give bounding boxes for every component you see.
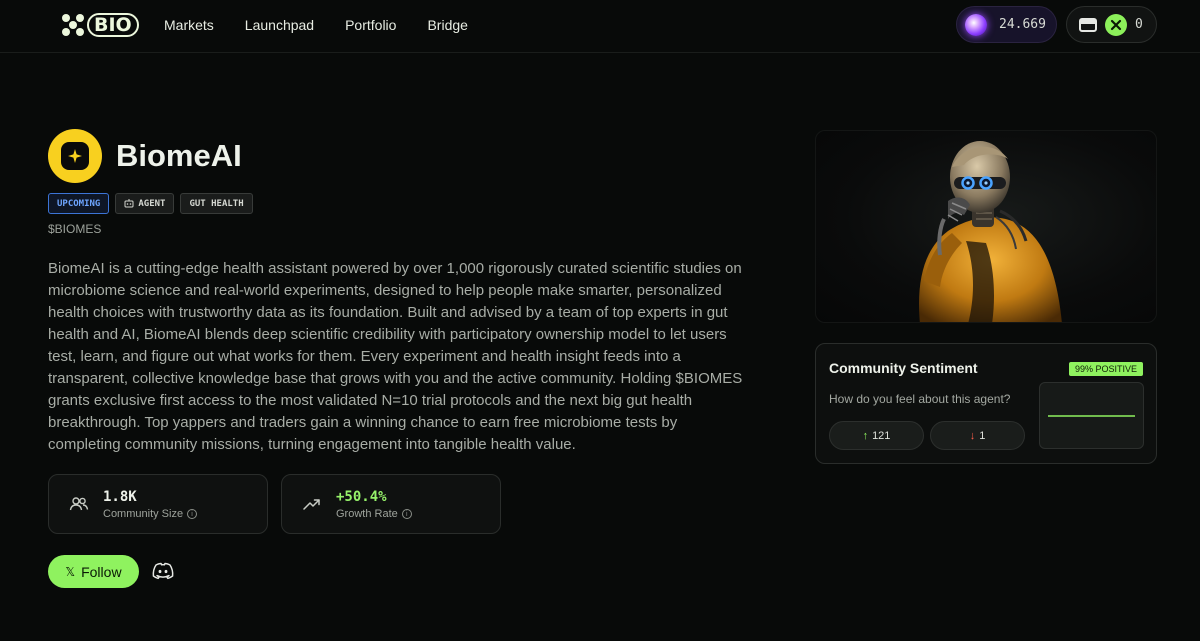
sentiment-title: Community Sentiment — [829, 360, 978, 376]
nav-portfolio[interactable]: Portfolio — [345, 17, 396, 33]
stat-community-size: 1.8K Community Size i — [48, 474, 268, 534]
downvote-count: 1 — [979, 429, 986, 442]
wallet-count: 0 — [1135, 17, 1143, 32]
arrow-up-icon: ↑ — [862, 429, 869, 442]
bio-token-orb-icon — [965, 13, 987, 36]
info-icon[interactable]: i — [187, 509, 198, 519]
positive-badge: 99% POSITIVE — [1068, 362, 1143, 376]
tag-upcoming: UPCOMING — [48, 193, 110, 214]
main-nav: Markets Launchpad Portfolio Bridge — [164, 17, 468, 33]
bio-logo-mark-icon — [62, 14, 84, 36]
arrow-down-icon: ↓ — [969, 429, 976, 442]
agent-hero-image — [815, 130, 1157, 323]
balance-value: 24.669 — [999, 17, 1046, 32]
x-logo-icon: 𝕏 — [65, 564, 76, 579]
growth-rate-value: +50.4% — [336, 489, 387, 505]
x-connection-icon — [1105, 13, 1127, 36]
biome-logo-icon — [61, 142, 89, 170]
nav-bridge[interactable]: Bridge — [427, 17, 467, 33]
community-size-label: Community Size — [103, 508, 184, 520]
downvote-button[interactable]: ↓ 1 — [930, 421, 1025, 450]
community-sentiment-card: Community Sentiment 99% POSITIVE How do … — [815, 343, 1157, 464]
tag-agent-label: AGENT — [138, 198, 166, 209]
users-icon — [69, 497, 89, 511]
balance-button[interactable]: 24.669 — [956, 6, 1057, 43]
sentiment-sparkline — [1039, 382, 1144, 449]
stat-growth-rate: +50.4% Growth Rate i — [281, 474, 501, 534]
token-ticker: $BIOMES — [48, 222, 102, 236]
trend-up-icon — [303, 499, 320, 510]
project-tags: UPCOMING AGENT GUT HEALTH — [48, 193, 253, 214]
wallet-icon — [1079, 17, 1097, 32]
bio-logo[interactable]: BIO — [61, 13, 139, 37]
follow-label: Follow — [81, 563, 122, 580]
project-avatar — [48, 129, 102, 183]
project-title: BiomeAI — [116, 138, 242, 173]
nav-launchpad[interactable]: Launchpad — [245, 17, 314, 33]
nav-markets[interactable]: Markets — [164, 17, 214, 33]
tag-agent: AGENT — [115, 193, 175, 214]
upvote-count: 121 — [872, 429, 891, 442]
community-size-value: 1.8K — [103, 489, 137, 505]
robot-icon — [124, 199, 134, 208]
tag-gut-health: GUT HEALTH — [180, 193, 253, 214]
robot-thinker-illustration — [919, 141, 1062, 322]
discord-icon[interactable] — [152, 562, 174, 580]
sentiment-question: How do you feel about this agent? — [829, 392, 1011, 406]
top-nav: BIO Markets Launchpad Portfolio Bridge 2… — [0, 0, 1200, 53]
logo-wordmark: BIO — [87, 13, 139, 37]
follow-button[interactable]: 𝕏 Follow — [48, 555, 139, 588]
growth-rate-label: Growth Rate — [336, 508, 398, 520]
upvote-button[interactable]: ↑ 121 — [829, 421, 924, 450]
project-description: BiomeAI is a cutting-edge health assista… — [48, 260, 743, 453]
info-icon[interactable]: i — [401, 509, 412, 519]
wallet-button[interactable]: 0 — [1066, 6, 1157, 43]
